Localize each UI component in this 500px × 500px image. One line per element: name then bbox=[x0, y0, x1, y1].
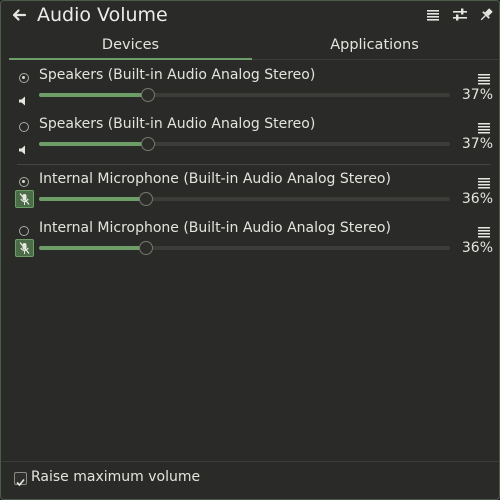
section-divider bbox=[17, 164, 491, 165]
default-device-radio[interactable] bbox=[19, 226, 29, 236]
default-device-radio[interactable] bbox=[19, 122, 29, 132]
slider-handle[interactable] bbox=[141, 137, 155, 151]
speaker-icon[interactable] bbox=[17, 92, 29, 106]
device-menu-icon[interactable] bbox=[478, 223, 490, 238]
volume-percent: 36% bbox=[461, 240, 493, 256]
back-arrow-icon[interactable] bbox=[11, 7, 31, 27]
slider-fill bbox=[39, 197, 146, 201]
device-name: Internal Microphone (Built-in Audio Anal… bbox=[39, 220, 391, 236]
default-device-radio[interactable] bbox=[19, 177, 29, 187]
raise-max-volume-label[interactable]: Raise maximum volume bbox=[31, 469, 200, 485]
volume-slider[interactable] bbox=[39, 241, 450, 255]
slider-fill bbox=[39, 142, 148, 146]
page-title: Audio Volume bbox=[37, 4, 168, 26]
device-row: Internal Microphone (Built-in Audio Anal… bbox=[1, 220, 499, 266]
device-row: Speakers (Built-in Audio Analog Stereo) … bbox=[1, 67, 499, 113]
device-menu-icon[interactable] bbox=[478, 174, 490, 189]
device-menu-icon[interactable] bbox=[478, 119, 490, 134]
audio-volume-window: Audio Volume Devices Applications Speake… bbox=[0, 0, 500, 500]
raise-max-volume-checkbox[interactable] bbox=[14, 472, 27, 487]
pin-icon[interactable] bbox=[478, 7, 496, 25]
device-row: Internal Microphone (Built-in Audio Anal… bbox=[1, 171, 499, 217]
volume-slider[interactable] bbox=[39, 192, 450, 206]
slider-handle[interactable] bbox=[139, 192, 153, 206]
hamburger-menu-icon[interactable] bbox=[426, 7, 444, 25]
speaker-icon[interactable] bbox=[17, 141, 29, 155]
volume-percent: 37% bbox=[461, 87, 493, 103]
microphone-muted-icon[interactable] bbox=[15, 239, 34, 257]
device-row: Speakers (Built-in Audio Analog Stereo) … bbox=[1, 116, 499, 162]
microphone-muted-icon[interactable] bbox=[15, 190, 34, 208]
tab-devices[interactable]: Devices bbox=[9, 34, 252, 59]
device-name: Speakers (Built-in Audio Analog Stereo) bbox=[39, 67, 316, 83]
volume-percent: 37% bbox=[461, 136, 493, 152]
footer-bar: Raise maximum volume bbox=[1, 461, 499, 499]
active-tab-indicator bbox=[9, 58, 252, 60]
slider-fill bbox=[39, 93, 148, 97]
tab-applications[interactable]: Applications bbox=[252, 34, 497, 59]
device-name: Speakers (Built-in Audio Analog Stereo) bbox=[39, 116, 316, 132]
sliders-icon[interactable] bbox=[452, 7, 470, 25]
volume-slider[interactable] bbox=[39, 88, 450, 102]
device-menu-icon[interactable] bbox=[478, 70, 490, 85]
slider-handle[interactable] bbox=[141, 88, 155, 102]
slider-handle[interactable] bbox=[139, 241, 153, 255]
volume-slider[interactable] bbox=[39, 137, 450, 151]
slider-fill bbox=[39, 246, 146, 250]
tab-bar: Devices Applications bbox=[9, 34, 499, 60]
device-name: Internal Microphone (Built-in Audio Anal… bbox=[39, 171, 391, 187]
header-bar: Audio Volume bbox=[1, 1, 499, 33]
volume-percent: 36% bbox=[461, 191, 493, 207]
default-device-radio[interactable] bbox=[19, 73, 29, 83]
